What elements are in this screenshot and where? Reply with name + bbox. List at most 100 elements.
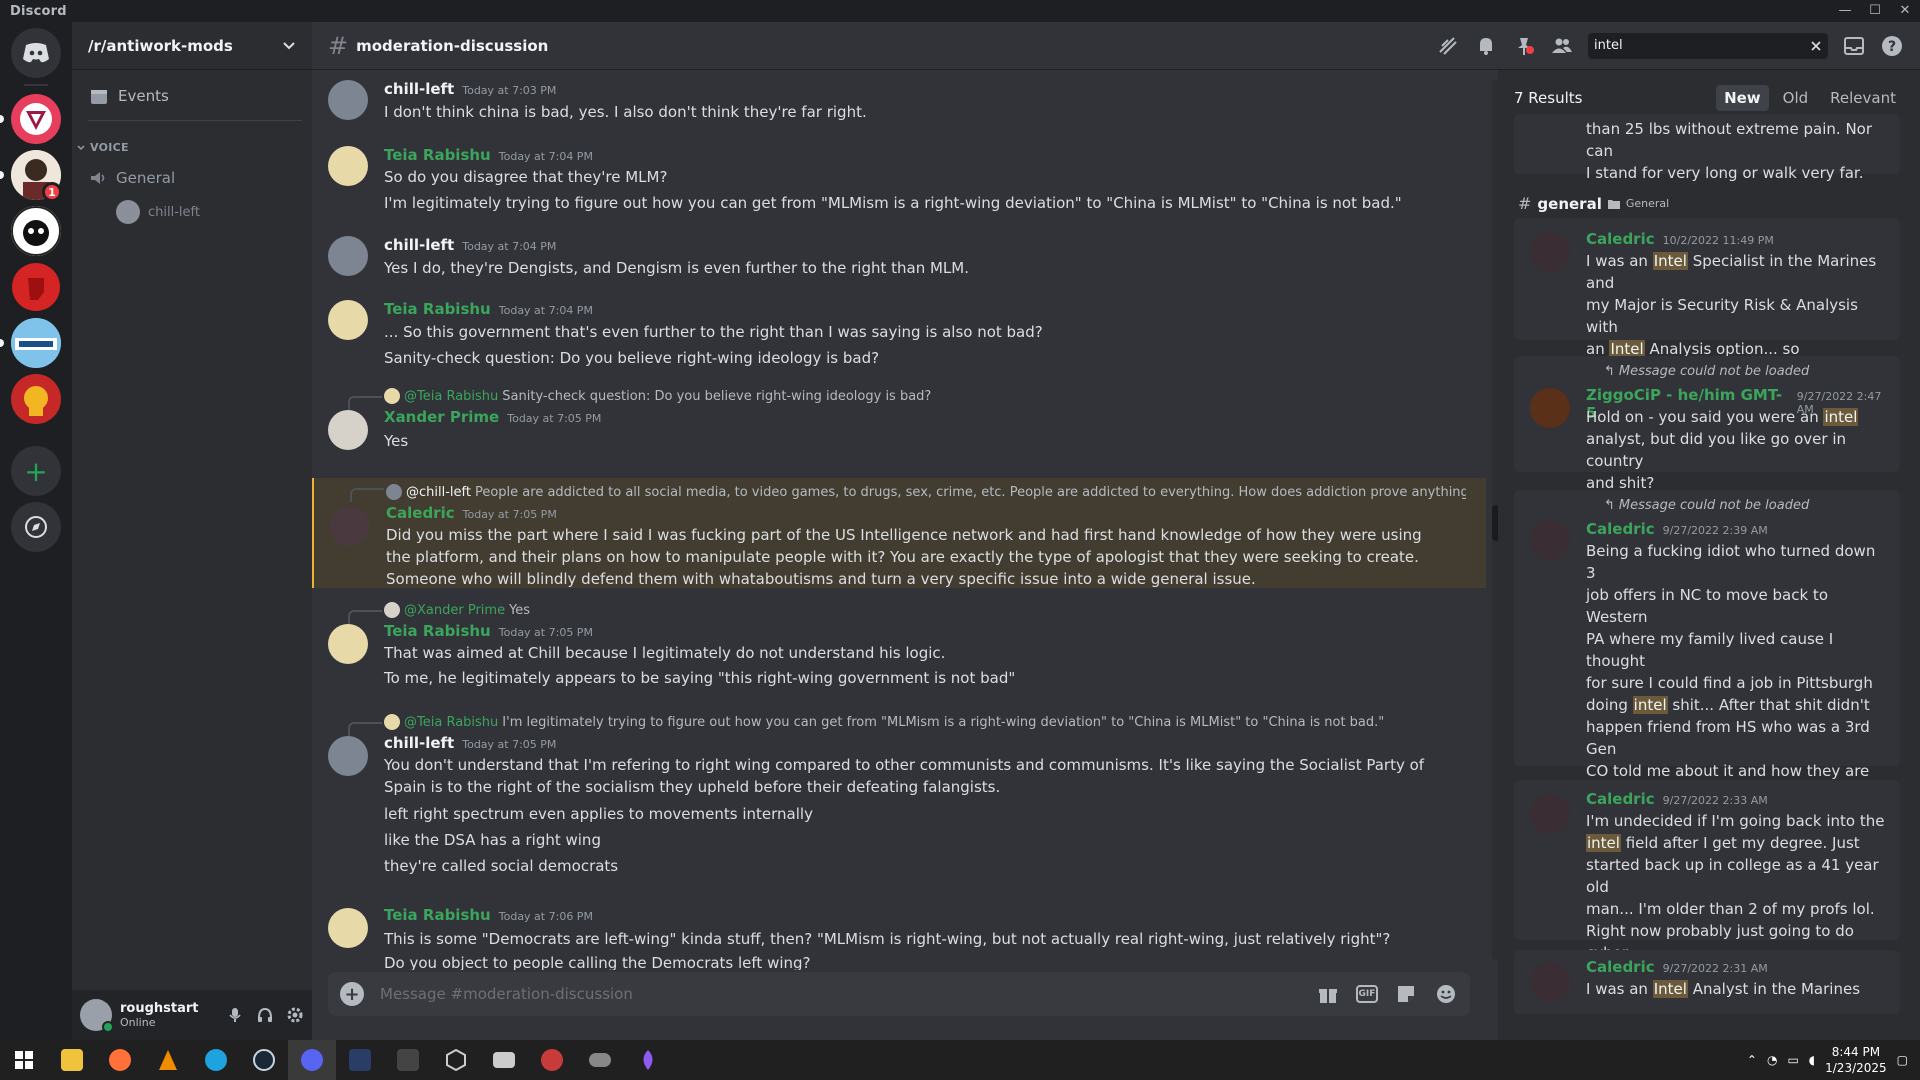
add-server-icon[interactable]: + <box>11 446 61 496</box>
search-box[interactable] <box>1588 32 1828 59</box>
message-composer[interactable]: + Message #moderation-discussion GIF <box>328 972 1470 1016</box>
app-icon-3[interactable] <box>432 1040 480 1080</box>
search-result[interactable]: Caledric 9/27/2022 2:33 AM I'm undecided … <box>1514 780 1900 984</box>
message[interactable]: chill-left Today at 7:04 PM Yes I do, the… <box>312 224 1486 288</box>
app-icon-2[interactable] <box>384 1040 432 1080</box>
message-author[interactable]: Teia Rabishu <box>384 906 491 924</box>
close-window-button[interactable]: ✕ <box>1890 0 1920 22</box>
help-icon[interactable]: ? <box>1880 34 1904 58</box>
inbox-icon[interactable] <box>1842 34 1866 58</box>
firefox-icon[interactable] <box>96 1040 144 1080</box>
reply-preview[interactable]: @chill-left People are addicted to all so… <box>386 484 1466 500</box>
avatar[interactable] <box>328 80 368 120</box>
avatar[interactable] <box>328 736 368 776</box>
message-author[interactable]: chill-left <box>384 80 454 98</box>
message[interactable]: @Teia Rabishu I'm legitimately trying to … <box>312 704 1486 882</box>
clear-search-icon[interactable] <box>1810 40 1822 52</box>
steam-icon[interactable] <box>240 1040 288 1080</box>
members-icon[interactable] <box>1550 34 1574 58</box>
sticker-icon[interactable] <box>1394 982 1418 1006</box>
message[interactable]: Teia Rabishu Today at 7:06 PM This is som… <box>312 898 1486 970</box>
avatar[interactable] <box>1530 232 1570 272</box>
server-header[interactable]: /r/antiwork-mods <box>72 22 312 70</box>
minimize-button[interactable]: — <box>1830 0 1860 22</box>
home-button[interactable] <box>11 28 61 78</box>
edge-icon[interactable] <box>192 1040 240 1080</box>
avatar[interactable] <box>328 146 368 186</box>
message[interactable]: Teia Rabishu Today at 7:04 PM ... So this… <box>312 288 1486 378</box>
message-highlighted[interactable]: @chill-left People are addicted to all so… <box>312 478 1486 588</box>
bell-icon[interactable] <box>1474 34 1498 58</box>
avatar[interactable] <box>330 506 370 546</box>
server-icon-mascot[interactable] <box>11 206 61 256</box>
clock[interactable]: 8:44 PM 1/23/2025 <box>1825 1044 1887 1076</box>
voice-user[interactable]: chill-left <box>116 198 304 226</box>
sort-tab-old[interactable]: Old <box>1775 85 1817 111</box>
gear-icon[interactable] <box>286 1006 304 1024</box>
message-author[interactable]: Teia Rabishu <box>384 146 491 164</box>
vlc-icon[interactable] <box>144 1040 192 1080</box>
volume-icon[interactable]: ◖ <box>1809 1053 1815 1067</box>
message-author[interactable]: Teia Rabishu <box>384 622 491 640</box>
avatar[interactable] <box>1530 388 1570 428</box>
result-author[interactable]: Caledric <box>1586 790 1655 808</box>
wifi-icon[interactable]: ◔ <box>1767 1053 1777 1067</box>
battery-icon[interactable]: ▭ <box>1787 1053 1798 1067</box>
search-result[interactable]: ↰ Message could not be loaded Caledric 9/2… <box>1514 490 1900 868</box>
start-button[interactable] <box>0 1040 48 1080</box>
monitor-icon[interactable] <box>480 1040 528 1080</box>
message-author[interactable]: Teia Rabishu <box>384 300 491 318</box>
emoji-icon[interactable] <box>1434 982 1458 1006</box>
avatar[interactable] <box>1530 794 1570 834</box>
result-author[interactable]: Caledric <box>1586 230 1655 248</box>
message-author[interactable]: chill-left <box>384 734 454 752</box>
notifications-icon[interactable]: ▢ <box>1897 1053 1908 1067</box>
gift-icon[interactable] <box>1316 982 1340 1006</box>
avatar[interactable] <box>328 908 368 948</box>
message[interactable]: Teia Rabishu Today at 7:04 PM So do you d… <box>312 134 1486 224</box>
pin-icon[interactable] <box>1512 34 1536 58</box>
avatar[interactable] <box>328 236 368 276</box>
discord-taskbar-icon[interactable] <box>288 1040 336 1080</box>
search-result[interactable]: Caledric 10/2/2022 11:49 PM I was an Inte… <box>1514 218 1900 402</box>
reply-preview[interactable]: @Teia Rabishu I'm legitimately trying to … <box>384 714 1464 730</box>
voice-category[interactable]: VOICE <box>76 141 312 154</box>
avatar[interactable] <box>1530 520 1570 560</box>
message-author[interactable]: chill-left <box>384 236 454 254</box>
maximize-button[interactable]: ☐ <box>1860 0 1890 22</box>
avatar[interactable] <box>328 410 368 450</box>
search-result[interactable]: Caledric 9/27/2022 2:31 AM I was an Intel… <box>1514 950 1900 1014</box>
avatar[interactable] <box>328 300 368 340</box>
message-author[interactable]: Caledric <box>386 504 455 522</box>
events-item[interactable]: Events <box>80 76 304 116</box>
avatar[interactable] <box>80 999 114 1033</box>
threads-icon[interactable] <box>1436 34 1460 58</box>
server-icon-discourse[interactable] <box>11 318 61 368</box>
app-icon-1[interactable] <box>336 1040 384 1080</box>
explore-servers-icon[interactable] <box>11 502 61 552</box>
sort-tab-new[interactable]: New <box>1716 85 1769 111</box>
app-icon-5[interactable] <box>624 1040 672 1080</box>
search-result[interactable]: ↰ Message could not be loaded ZiggoCiP - … <box>1514 356 1900 492</box>
server-icon-triangle[interactable] <box>11 94 61 144</box>
file-explorer-icon[interactable] <box>48 1040 96 1080</box>
chevron-up-icon[interactable]: ⌃ <box>1747 1053 1757 1067</box>
reply-preview[interactable]: @Xander Prime Yes <box>384 602 1464 618</box>
server-icon-emblem[interactable] <box>11 374 61 424</box>
message[interactable]: @Teia Rabishu Sanity-check question: Do y… <box>312 378 1486 478</box>
microphone-icon[interactable] <box>226 1006 244 1024</box>
voice-channel-general[interactable]: General <box>80 162 304 194</box>
search-input[interactable] <box>1594 38 1794 53</box>
server-icon-fist[interactable] <box>11 262 61 312</box>
gamepad-icon[interactable] <box>576 1040 624 1080</box>
avatar[interactable] <box>328 624 368 664</box>
message[interactable]: @Xander Prime Yes Teia Rabishu Today at 7:… <box>312 592 1486 702</box>
message-input[interactable]: Message #moderation-discussion <box>380 985 1316 1003</box>
sort-tab-relevant[interactable]: Relevant <box>1822 85 1904 111</box>
result-channel-name[interactable]: general <box>1537 195 1601 213</box>
avatar[interactable] <box>1530 962 1570 1002</box>
reply-preview[interactable]: @Teia Rabishu Sanity-check question: Do y… <box>384 388 1464 404</box>
headphones-icon[interactable] <box>256 1006 274 1024</box>
result-author[interactable]: Caledric <box>1586 520 1655 538</box>
search-result-fragment[interactable]: than 25 lbs without extreme pain. Nor ca… <box>1514 114 1900 182</box>
